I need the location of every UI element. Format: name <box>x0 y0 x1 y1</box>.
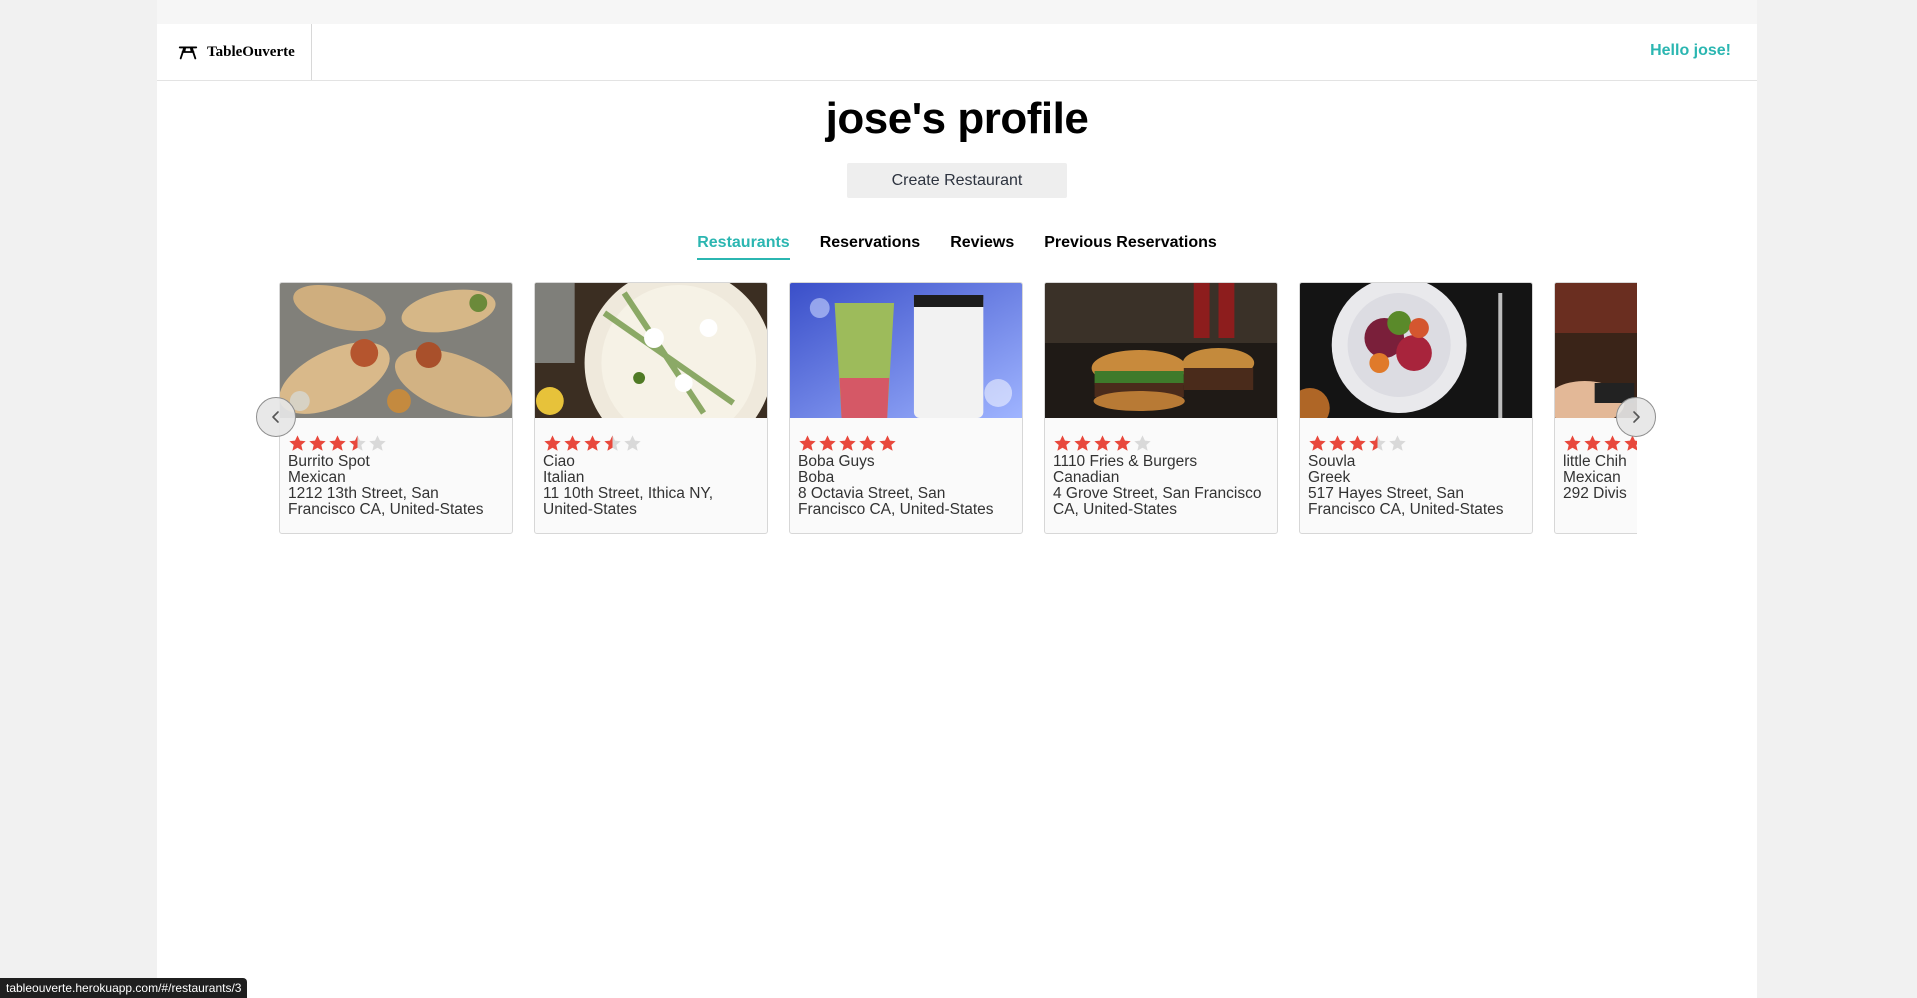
star-icon <box>1389 435 1406 451</box>
restaurant-cuisine: Boba <box>798 469 835 486</box>
brand-name: TableOuverte <box>207 43 295 60</box>
restaurant-address: 11 10th Street, Ithica NY, United-States <box>543 485 714 518</box>
star-icon <box>1094 435 1111 451</box>
star-icon <box>1349 435 1366 451</box>
star-icon <box>1114 435 1131 451</box>
star-icon <box>544 435 561 451</box>
restaurant-carousel: Burrito Spot Mexican 1212 13th Street, S… <box>279 282 1637 538</box>
restaurant-address: 8 Octavia Street, San Francisco CA, Unit… <box>798 485 994 518</box>
star-icon <box>799 435 816 451</box>
restaurant-name: little Chih <box>1563 453 1627 470</box>
restaurant-card[interactable]: Ciao Italian 11 10th Street, Ithica NY, … <box>534 282 768 534</box>
star-icon <box>349 435 366 451</box>
star-rating <box>1563 434 1637 454</box>
restaurant-cards: Burrito Spot Mexican 1212 13th Street, S… <box>279 282 1637 534</box>
greeting-link[interactable]: Hello jose! <box>1650 42 1731 60</box>
status-bar-url: tableouverte.herokuapp.com/#/restaurants… <box>0 978 248 998</box>
carousel-next-button[interactable] <box>1616 397 1656 437</box>
star-icon <box>879 435 896 451</box>
restaurant-card[interactable]: Burrito Spot Mexican 1212 13th Street, S… <box>279 282 513 534</box>
card-body: Boba Guys Boba 8 Octavia Street, San Fra… <box>790 418 1022 524</box>
chevron-left-icon <box>272 411 279 423</box>
star-icon <box>604 435 621 451</box>
restaurant-card[interactable]: Souvla Greek 517 Hayes Street, San Franc… <box>1299 282 1533 534</box>
tab-restaurants[interactable]: Restaurants <box>697 234 790 260</box>
star-icon <box>309 435 326 451</box>
star-icon <box>1564 435 1581 451</box>
star-icon <box>1309 435 1326 451</box>
star-icon <box>1074 435 1091 451</box>
star-rating <box>288 434 504 454</box>
restaurant-name: Burrito Spot <box>288 453 370 470</box>
restaurant-photo <box>790 283 1022 418</box>
tab-reviews[interactable]: Reviews <box>950 234 1014 260</box>
profile-tabs: Restaurants Reservations Reviews Previou… <box>157 234 1757 260</box>
card-body: Ciao Italian 11 10th Street, Ithica NY, … <box>535 418 767 524</box>
restaurant-cuisine: Greek <box>1308 469 1351 486</box>
card-body: Souvla Greek 517 Hayes Street, San Franc… <box>1300 418 1532 524</box>
tab-previous-reservations[interactable]: Previous Reservations <box>1044 234 1217 260</box>
restaurant-photo <box>1555 283 1637 418</box>
brand-logo[interactable]: TableOuverte <box>177 24 312 80</box>
restaurant-address: 292 Divis <box>1563 485 1627 502</box>
star-icon <box>1329 435 1346 451</box>
star-icon <box>859 435 876 451</box>
star-icon <box>1054 435 1071 451</box>
restaurant-photo <box>535 283 767 418</box>
star-icon <box>1604 435 1621 451</box>
restaurant-cuisine: Mexican <box>288 469 346 486</box>
restaurant-cuisine: Mexican <box>1563 469 1621 486</box>
restaurant-address: 517 Hayes Street, San Francisco CA, Unit… <box>1308 485 1504 518</box>
page-title: jose's profile <box>825 94 1089 143</box>
star-rating <box>798 434 1014 454</box>
star-icon <box>1369 435 1386 451</box>
star-icon <box>369 435 386 451</box>
star-rating <box>543 434 759 454</box>
restaurant-name: Souvla <box>1308 453 1356 470</box>
restaurant-address: 1212 13th Street, San Francisco CA, Unit… <box>288 485 484 518</box>
tab-reservations[interactable]: Reservations <box>820 234 921 260</box>
star-icon <box>584 435 601 451</box>
restaurant-photo <box>1300 283 1532 418</box>
restaurant-card[interactable]: Boba Guys Boba 8 Octavia Street, San Fra… <box>789 282 1023 534</box>
picnic-table-icon <box>177 41 199 63</box>
card-body: Burrito Spot Mexican 1212 13th Street, S… <box>280 418 512 524</box>
star-icon <box>1134 435 1151 451</box>
restaurant-photo <box>1045 283 1277 418</box>
create-restaurant-button[interactable]: Create Restaurant <box>847 163 1067 198</box>
star-icon <box>839 435 856 451</box>
star-rating <box>1053 434 1269 454</box>
restaurant-card[interactable]: 1110 Fries & Burgers Canadian 4 Grove St… <box>1044 282 1278 534</box>
star-icon <box>624 435 641 451</box>
top-band <box>157 0 1757 24</box>
navbar: TableOuverte Hello jose! <box>157 24 1757 81</box>
star-icon <box>819 435 836 451</box>
restaurant-photo <box>280 283 512 418</box>
carousel-prev-button[interactable] <box>256 397 296 437</box>
star-icon <box>329 435 346 451</box>
restaurant-name: Ciao <box>543 453 575 470</box>
restaurant-cuisine: Canadian <box>1053 469 1120 486</box>
star-icon <box>289 435 306 451</box>
chevron-right-icon <box>1633 411 1640 423</box>
restaurant-name: 1110 Fries & Burgers <box>1053 453 1198 470</box>
restaurant-name: Boba Guys <box>798 453 875 470</box>
page: TableOuverte Hello jose! jose's profile … <box>157 0 1757 998</box>
card-body: 1110 Fries & Burgers Canadian 4 Grove St… <box>1045 418 1277 524</box>
restaurant-address: 4 Grove Street, San Francisco CA, United… <box>1053 485 1262 518</box>
star-icon <box>564 435 581 451</box>
star-icon <box>1584 435 1601 451</box>
star-rating <box>1308 434 1524 454</box>
restaurant-cuisine: Italian <box>543 469 585 486</box>
